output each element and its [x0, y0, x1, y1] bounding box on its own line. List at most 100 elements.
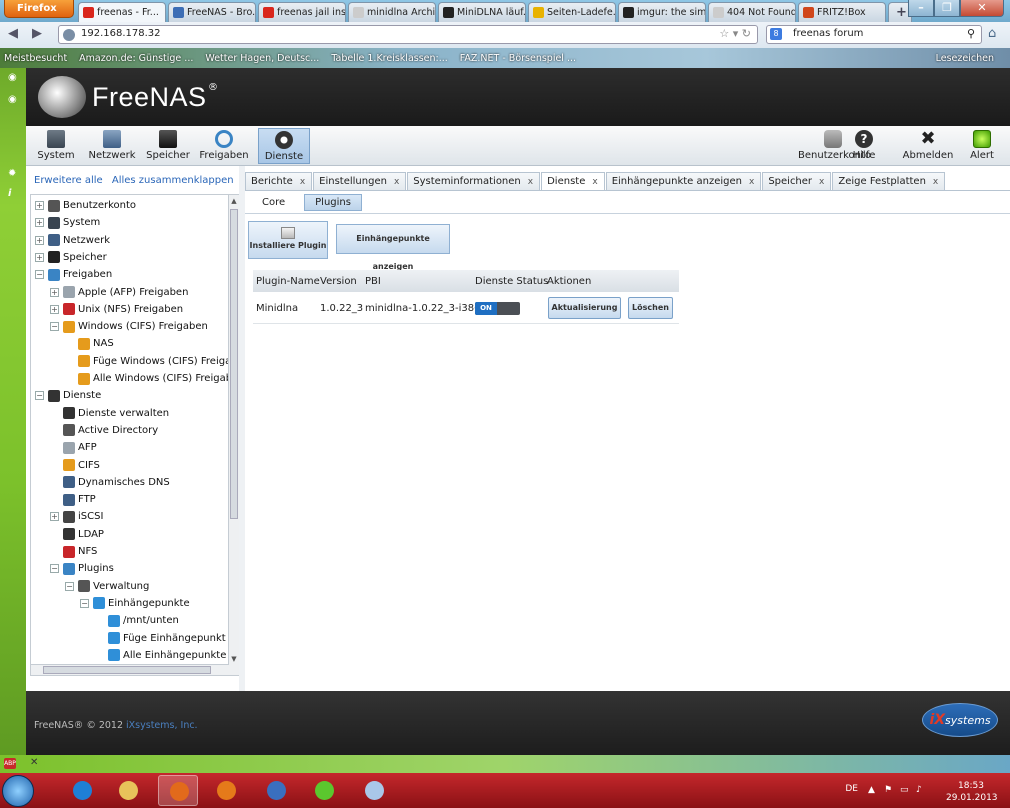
browser-tab[interactable]: FreeNAS - Bro...	[168, 2, 256, 22]
search-engine-icon[interactable]: 8	[770, 28, 782, 40]
toolbar-netzwerk-button[interactable]: Netzwerk	[86, 128, 138, 164]
adblock-icon[interactable]: ABP	[4, 758, 16, 769]
tab-berichte[interactable]: Berichte x	[245, 172, 313, 190]
close-tab-icon[interactable]: x	[749, 177, 754, 187]
browser-tab[interactable]: freenas jail inst...	[258, 2, 346, 22]
start-button[interactable]	[2, 775, 34, 807]
browser-tab[interactable]: 404 Not Found	[708, 2, 796, 22]
language-indicator[interactable]: DE	[845, 784, 858, 794]
search-icon[interactable]: ⚲	[967, 27, 975, 40]
tree-item[interactable]: /mnt/unten	[95, 612, 179, 629]
taskbar-app[interactable]	[62, 775, 102, 806]
tree-item[interactable]: NAS	[65, 335, 114, 352]
delete-plugin-button[interactable]: Löschen	[628, 297, 673, 319]
tree-item[interactable]: Dynamisches DNS	[50, 474, 170, 491]
tree-hscroll-thumb[interactable]	[43, 666, 211, 674]
tree-item[interactable]: + System	[35, 214, 100, 231]
url-bar[interactable]: 192.168.178.32 ☆ ▾ ↻	[58, 25, 758, 44]
service-status-toggle[interactable]: ON	[475, 302, 520, 315]
maximize-button[interactable]: ❐	[934, 0, 960, 17]
tree-item[interactable]: − Freigaben	[35, 266, 112, 283]
tree-horizontal-scrollbar[interactable]	[31, 664, 229, 675]
site-identity-icon[interactable]	[63, 29, 75, 41]
browser-tab[interactable]: imgur: the sim...	[618, 2, 706, 22]
subtab-plugins[interactable]: Plugins	[304, 194, 362, 211]
action-center-icon[interactable]: ⚑	[884, 785, 894, 795]
tree-item[interactable]: − Verwaltung	[65, 578, 149, 595]
company-link[interactable]: iXsystems, Inc.	[126, 720, 198, 731]
tree-scroll-thumb[interactable]	[230, 209, 238, 519]
scroll-down-arrow-icon[interactable]: ▼	[230, 655, 238, 663]
scroll-up-arrow-icon[interactable]: ▲	[230, 197, 238, 205]
taskbar-app[interactable]	[158, 775, 198, 806]
back-arrow-icon[interactable]: ◀	[8, 26, 18, 41]
addon-icon[interactable]: ◉	[8, 72, 18, 83]
tab-einstellungen[interactable]: Einstellungen x	[313, 172, 407, 190]
tree-item[interactable]: + Benutzerkonto	[35, 197, 136, 214]
close-tab-icon[interactable]: x	[300, 177, 305, 187]
tree-item[interactable]: + Netzwerk	[35, 232, 110, 249]
tree-item[interactable]: − Einhängepunkte	[80, 595, 190, 612]
collapse-icon[interactable]: −	[35, 270, 44, 280]
expand-icon[interactable]: +	[35, 235, 44, 245]
forward-arrow-icon[interactable]: ▶	[32, 26, 42, 41]
toolbar-dienste-button[interactable]: Dienste	[258, 128, 310, 164]
expand-icon[interactable]: +	[50, 287, 59, 297]
toolbar-alert-button[interactable]: Alert	[962, 128, 1002, 164]
tray-expand-icon[interactable]: ▲	[868, 785, 878, 795]
info-icon[interactable]: i	[8, 188, 18, 199]
tree-item[interactable]: − Dienste	[35, 387, 101, 404]
minimize-button[interactable]: –	[908, 0, 934, 17]
collapse-icon[interactable]: −	[65, 581, 74, 591]
toolbar-speicher-button[interactable]: Speicher	[142, 128, 194, 164]
tab-zeige-festplatten[interactable]: Zeige Festplatten x	[832, 172, 946, 190]
tree-item[interactable]: Alle Windows (CIFS) Freigabe	[65, 370, 238, 387]
collapse-icon[interactable]: −	[50, 322, 59, 332]
close-tab-icon[interactable]: x	[933, 177, 938, 187]
tree-vertical-scrollbar[interactable]: ▲ ▼	[228, 195, 239, 675]
expand-icon[interactable]: +	[50, 512, 59, 522]
collapse-icon[interactable]: −	[35, 391, 44, 401]
close-addon-bar-icon[interactable]: ✕	[30, 757, 38, 768]
update-plugin-button[interactable]: Aktualisierung	[548, 297, 621, 319]
taskbar-app[interactable]	[108, 775, 148, 806]
tree-item[interactable]: − Plugins	[50, 560, 114, 577]
close-tab-icon[interactable]: x	[819, 177, 824, 187]
tree-item[interactable]: FTP	[50, 491, 96, 508]
tree-item[interactable]: Füge Windows (CIFS) Freigab	[65, 353, 238, 370]
expand-icon[interactable]: +	[35, 218, 44, 228]
browser-tab[interactable]: freenas - Fr...	[78, 2, 166, 22]
taskbar-app[interactable]	[206, 775, 246, 806]
tree-item[interactable]: Alle Einhängepunkte ar	[95, 647, 239, 664]
tab-speicher[interactable]: Speicher x	[762, 172, 832, 190]
bookmark-item[interactable]: Amazon.de: Günstige ...	[79, 53, 193, 64]
collapse-all-link[interactable]: Alles zusammenklappen	[112, 175, 234, 186]
tab-systeminformationen[interactable]: Systeminformationen x	[407, 172, 541, 190]
tree-item[interactable]: Active Directory	[50, 422, 158, 439]
volume-icon[interactable]: ♪	[916, 785, 926, 795]
clock[interactable]: 18:53 29.01.2013	[946, 780, 998, 804]
home-icon[interactable]: ⌂	[988, 26, 996, 41]
bookmark-item[interactable]: FAZ.NET - Börsenspiel ...	[460, 53, 576, 64]
browser-tab[interactable]: minidlna Archi...	[348, 2, 436, 22]
show-mountpoints-button[interactable]: Einhängepunkte anzeigen	[336, 224, 450, 271]
tree-item[interactable]: NFS	[50, 543, 97, 560]
expand-icon[interactable]: +	[35, 252, 44, 262]
tree-item[interactable]: Füge Einhängepunkt hir	[95, 630, 239, 647]
install-plugin-button[interactable]: Installiere Plugin	[248, 221, 328, 259]
bookmark-item[interactable]: Tabelle 1.Kreisklassen:...	[331, 53, 447, 64]
bookmarks-menu-button[interactable]: Lesezeichen	[936, 53, 994, 64]
browser-tab[interactable]: FRITZ!Box	[798, 2, 886, 22]
bookmark-item[interactable]: Wetter Hagen, Deutsc...	[205, 53, 319, 64]
toolbar-abmelden-button[interactable]: ✖ Abmelden	[900, 128, 956, 164]
firefox-menu-button[interactable]: Firefox	[4, 0, 74, 18]
toolbar-freigaben-button[interactable]: Freigaben	[198, 128, 250, 164]
tree-item[interactable]: + Speicher	[35, 249, 107, 266]
taskbar-app[interactable]	[354, 775, 394, 806]
toolbar-hilfe-button[interactable]: ? Hilfe	[844, 128, 884, 164]
search-bar[interactable]: 8 freenas forum ⚲	[766, 25, 982, 44]
tab-dienste[interactable]: Dienste x	[541, 172, 605, 190]
close-tab-icon[interactable]: x	[528, 177, 533, 187]
taskbar-app[interactable]	[304, 775, 344, 806]
expand-icon[interactable]: +	[35, 201, 44, 210]
